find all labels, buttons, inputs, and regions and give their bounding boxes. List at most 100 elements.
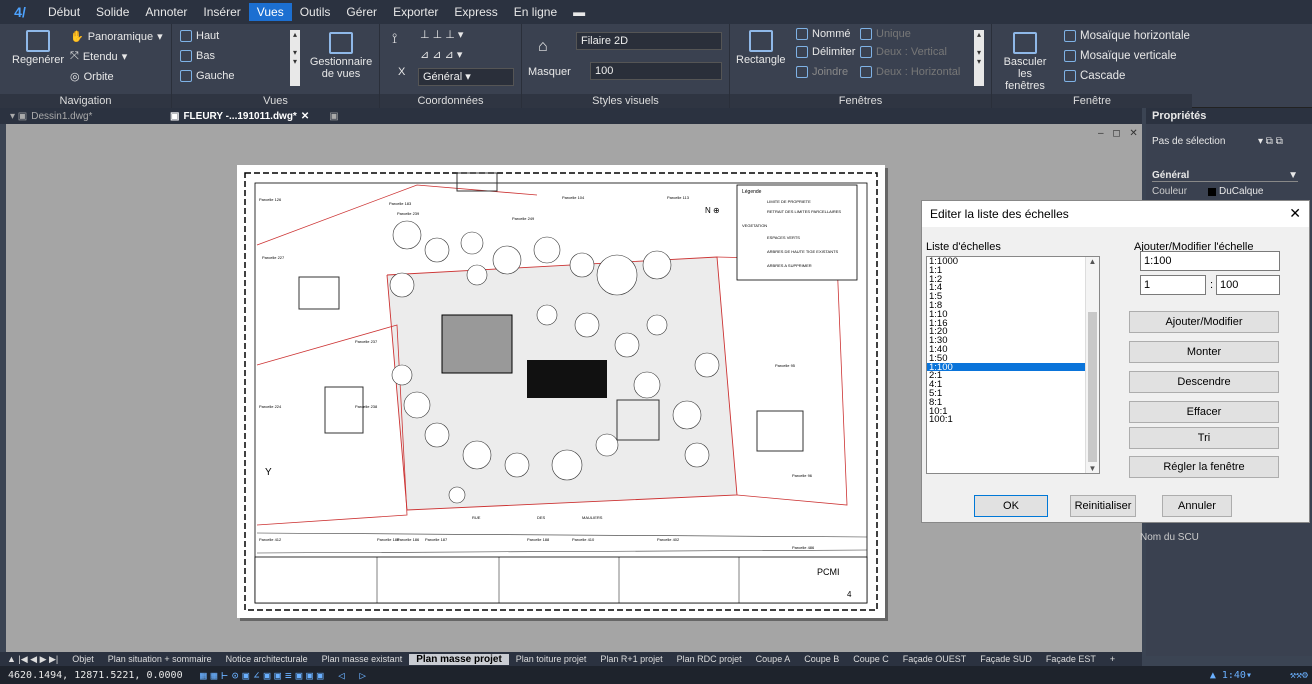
scale-list-item[interactable]: 1:16 [927,318,1099,327]
move-down-button[interactable]: Descendre [1129,371,1279,393]
layout-tab[interactable]: Coupe B [797,654,846,665]
menu-gerer[interactable]: Gérer [338,0,385,24]
join-button[interactable]: Joindre [796,66,848,78]
view-bottom-item[interactable]: Bas [180,50,215,62]
menu-en-ligne[interactable]: En ligne [506,0,565,24]
menu-exporter[interactable]: Exporter [385,0,446,24]
scale-list-item[interactable]: 1:20 [927,327,1099,336]
quick-select-icon[interactable]: ▾ ⧉ ⧉ [1258,136,1283,147]
ribbon-toggle-icon[interactable]: ▬ [565,0,593,24]
list-scrollbar[interactable]: ▲ ▼ [1085,257,1099,473]
cancel-button[interactable]: Annuler [1162,495,1232,517]
tile-horizontal-button[interactable]: Mosaïque horizontale [1064,30,1190,42]
cascade-button[interactable]: Cascade [1064,70,1125,82]
close-icon[interactable]: ✕ [1289,205,1301,222]
ucs-tools-2[interactable]: ⊿ ⊿ ⊿ ▾ [420,48,462,61]
scale-list-item[interactable]: 8:1 [927,398,1099,407]
scale-list-item[interactable]: 1:5 [927,292,1099,301]
scale-list-item[interactable]: 4:1 [927,380,1099,389]
menu-debut[interactable]: Début [40,0,88,24]
view-left-item[interactable]: Gauche [180,70,235,82]
drafting-toggles[interactable]: ▦▦⊢⊙▣∠▣▣≡▣▣▣ ◁ ▷ [200,669,370,682]
menu-express[interactable]: Express [446,0,505,24]
ucs-x-button[interactable]: X [398,66,405,78]
close-icon[interactable]: ✕ [301,111,309,122]
scale-list-item[interactable]: 5:1 [927,389,1099,398]
scale-list-item[interactable]: 10:1 [927,406,1099,415]
view-manager-button[interactable]: Gestionnaire de vues [310,32,372,80]
layout-tab[interactable]: Coupe A [749,654,798,665]
scale-list-item[interactable]: 1:8 [927,301,1099,310]
scale-name-input[interactable]: 1:100 [1140,251,1280,271]
rect-viewport-button[interactable]: Rectangle [736,30,786,66]
scale-list-item[interactable]: 1:30 [927,336,1099,345]
scale-list-item[interactable]: 1:40 [927,345,1099,354]
extent-button[interactable]: ⤧ Etendu ▾ [70,50,127,63]
layout-tab[interactable]: Plan R+1 projet [593,654,669,665]
ok-button[interactable]: OK [974,495,1048,517]
scale-list[interactable]: 1:1000 1:1 1:2 1:4 1:5 1:8 1:10 1:16 1:20 1:30 1:4… [926,256,1100,474]
scale-list-item[interactable]: 1:1 [927,266,1099,275]
views-scrollbar[interactable]: ▴ ▾ ▾ [290,30,300,86]
layout-tab[interactable]: Façade EST [1039,654,1103,665]
scale-list-item[interactable]: 2:1 [927,371,1099,380]
sort-button[interactable]: Tri [1129,427,1279,449]
named-viewport-button[interactable]: Nommé [796,28,851,40]
viewports-scrollbar[interactable]: ▴ ▾ ▾ [974,30,984,86]
scale-list-item[interactable]: 100:1 [927,415,1099,424]
delimit-button[interactable]: Délimiter [796,46,855,58]
layout-tab[interactable]: + [1103,654,1122,665]
ucs-tools[interactable]: ⊥ ⊥ ⊥ ▾ [420,28,463,41]
pan-button[interactable]: ✋ Panoramique ▾ [70,30,163,44]
opacity-input[interactable]: 100 [590,62,722,80]
scale-list-item[interactable]: 1:50 [927,354,1099,363]
menu-inserer[interactable]: Insérer [195,0,248,24]
add-modify-button[interactable]: Ajouter/Modifier [1129,311,1279,333]
mask-button[interactable]: Masquer [528,66,571,78]
layout-tab[interactable]: Façade OUEST [896,654,974,665]
layout-tab[interactable]: Notice architecturale [219,654,315,665]
view-top-item[interactable]: Haut [180,30,219,42]
regen-button[interactable]: Regenérer [12,30,64,66]
general-section[interactable]: Général ▼ [1152,170,1298,182]
move-up-button[interactable]: Monter [1129,341,1279,363]
annotation-scale[interactable]: ▲ 1:40▾ [1210,670,1252,681]
menu-outils[interactable]: Outils [292,0,339,24]
color-prop-value[interactable]: DuCalque [1208,186,1263,197]
scale-list-item[interactable]: 1:4 [927,283,1099,292]
single-viewport-item[interactable]: Unique [860,28,911,40]
app-logo-icon[interactable]: 4/ [0,0,40,24]
layout-nav-icon[interactable]: ▲ |◀ ◀ ▶ ▶| [0,654,65,665]
scale-list-item[interactable]: 1:1000 [927,257,1099,266]
window-controls[interactable]: – ◻ ✕ [1098,128,1141,139]
layout-tab[interactable]: Plan toiture projet [509,654,594,665]
layout-tab[interactable]: Objet [65,654,101,665]
layout-tab[interactable]: Plan masse projet [409,653,509,665]
doc-tab-fleury[interactable]: ▣ FLEURY -...191011.dwg* ✕ [160,111,319,122]
two-vertical-item[interactable]: Deux : Vertical [860,46,947,58]
ucs-general-select[interactable]: Général ▾ [418,68,514,86]
drawing-units-input[interactable]: 100 [1216,275,1280,295]
layout-tab[interactable]: Plan situation + sommaire [101,654,219,665]
scrollbar-thumb[interactable] [1088,312,1097,462]
layout-tab[interactable]: Plan RDC projet [670,654,749,665]
tile-vertical-button[interactable]: Mosaïque verticale [1064,50,1177,62]
menu-vues[interactable]: Vues [248,3,292,21]
scale-list-item[interactable]: 1:2 [927,274,1099,283]
selection-select[interactable]: Pas de sélection [1152,136,1225,147]
layout-tab[interactable]: Façade SUD [973,654,1039,665]
menu-annoter[interactable]: Annoter [137,0,195,24]
fit-viewport-button[interactable]: Régler la fenêtre [1129,456,1279,478]
switch-windows-button[interactable]: Basculer les fenêtres [998,32,1052,92]
delete-button[interactable]: Effacer [1129,401,1279,423]
scale-list-item[interactable]: 1:10 [927,310,1099,319]
layout-tab[interactable]: Coupe C [846,654,896,665]
layout-tab[interactable]: Plan masse existant [315,654,410,665]
ucs-icon[interactable]: ⟟ [392,30,397,47]
two-horizontal-item[interactable]: Deux : Horizontal [860,66,960,78]
orbit-button[interactable]: ◎ Orbite [70,70,114,84]
reset-button[interactable]: Reinitialiser [1070,495,1136,517]
menu-solide[interactable]: Solide [88,0,137,24]
new-tab-icon[interactable]: ▣ [319,111,348,122]
status-tools-icon[interactable]: ⚒⚒⚙ [1290,670,1308,681]
